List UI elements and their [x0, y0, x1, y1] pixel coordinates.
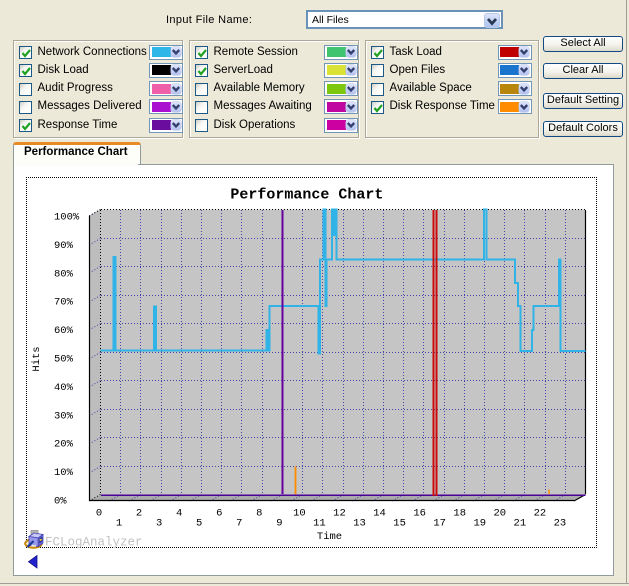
svg-text:Time: Time — [317, 531, 342, 543]
svg-text:40%: 40% — [54, 382, 74, 394]
svg-text:17: 17 — [433, 517, 446, 529]
svg-text:Hits: Hits — [31, 346, 43, 371]
svg-text:23: 23 — [554, 517, 567, 529]
svg-text:30%: 30% — [54, 410, 74, 422]
svg-text:18: 18 — [453, 508, 466, 520]
svg-text:7: 7 — [236, 517, 242, 529]
svg-text:60%: 60% — [54, 325, 74, 337]
svg-text:80%: 80% — [54, 268, 74, 280]
svg-text:16: 16 — [413, 508, 426, 520]
svg-text:50%: 50% — [54, 354, 74, 366]
svg-text:6: 6 — [216, 508, 222, 520]
svg-text:13: 13 — [353, 517, 366, 529]
svg-text:70%: 70% — [54, 297, 74, 309]
svg-text:2: 2 — [136, 508, 142, 520]
svg-text:19: 19 — [473, 517, 486, 529]
svg-text:Performance Chart: Performance Chart — [230, 187, 383, 204]
svg-text:0: 0 — [96, 508, 102, 520]
svg-text:15: 15 — [393, 517, 406, 529]
svg-text:10: 10 — [293, 508, 306, 520]
svg-text:100%: 100% — [54, 212, 80, 224]
svg-text:20: 20 — [493, 508, 506, 520]
svg-text:11: 11 — [313, 517, 326, 529]
svg-text:0%: 0% — [54, 496, 67, 508]
svg-text:8: 8 — [256, 508, 262, 520]
svg-text:9: 9 — [276, 517, 282, 529]
svg-text:4: 4 — [176, 508, 182, 520]
svg-text:1: 1 — [116, 517, 122, 529]
svg-text:3: 3 — [156, 517, 162, 529]
svg-text:12: 12 — [333, 508, 346, 520]
svg-text:21: 21 — [514, 517, 527, 529]
svg-text:22: 22 — [534, 508, 547, 520]
svg-text:90%: 90% — [54, 240, 74, 252]
svg-text:FCLogAnalyzer: FCLogAnalyzer — [45, 536, 143, 550]
svg-text:20%: 20% — [54, 439, 74, 451]
svg-text:10%: 10% — [54, 467, 74, 479]
svg-text:5: 5 — [196, 517, 202, 529]
svg-text:14: 14 — [373, 508, 386, 520]
